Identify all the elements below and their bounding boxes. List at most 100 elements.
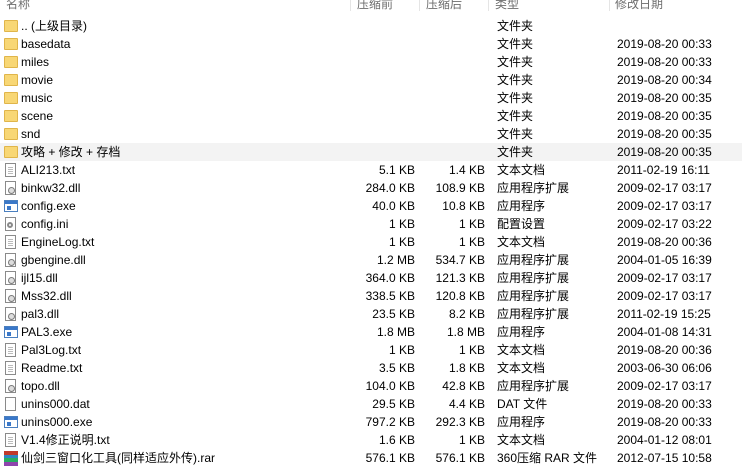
file-row[interactable]: 仙剑三窗口化工具(同样适应外传).rar 576.1 KB 576.1 KB 360压…: [0, 449, 742, 467]
file-name: 仙剑三窗口化工具(同样适应外传).rar: [21, 451, 215, 465]
file-row[interactable]: ALI213.txt 5.1 KB 1.4 KB 文本文档 2011-02-19 16:…: [0, 161, 742, 179]
file-modified: 2009-02-17 03:17: [617, 199, 712, 213]
file-size: 40.0 KB: [372, 199, 415, 213]
file-type: 配置设置: [497, 217, 546, 231]
file-packed-size: 1.8 KB: [448, 361, 485, 375]
file-type: 文件夹: [497, 91, 534, 105]
column-modified-header[interactable]: 修改日期: [615, 0, 741, 11]
file-modified: 2019-08-20 00:35: [617, 127, 712, 141]
exe-file-icon: [4, 326, 18, 338]
file-size: 3.5 KB: [378, 361, 415, 375]
file-row[interactable]: binkw32.dll 284.0 KB 108.9 KB 应用程序扩展 2009-02…: [0, 179, 742, 197]
folder-icon: [4, 146, 18, 158]
file-modified: 2019-08-20 00:36: [617, 343, 712, 357]
file-name: ALI213.txt: [21, 163, 76, 177]
file-type: 文件夹: [497, 19, 534, 33]
file-packed-size: 120.8 KB: [435, 289, 485, 303]
file-modified: 2003-06-30 06:06: [617, 361, 712, 375]
file-name: config.exe: [21, 199, 76, 213]
file-type: 应用程序扩展: [497, 307, 570, 321]
file-packed-size: 4.4 KB: [448, 397, 485, 411]
file-row[interactable]: config.exe 40.0 KB 10.8 KB 应用程序 2009-02-17 0…: [0, 197, 742, 215]
file-row[interactable]: Readme.txt 3.5 KB 1.8 KB 文本文档 2003-06-30 06:…: [0, 359, 742, 377]
dll-file-icon: [5, 181, 16, 195]
file-name: 攻略 + 修改 + 存档: [21, 145, 121, 159]
file-row[interactable]: miles 文件夹 2019-08-20 00:33: [0, 53, 742, 71]
file-packed-size: 1 KB: [458, 217, 485, 231]
file-row[interactable]: .. (上级目录) 文件夹: [0, 17, 742, 35]
file-type: 文本文档: [497, 163, 546, 177]
rar-archive-icon: [4, 451, 18, 466]
exe-file-icon: [4, 416, 18, 428]
file-packed-size: 292.3 KB: [435, 415, 485, 429]
file-row[interactable]: pal3.dll 23.5 KB 8.2 KB 应用程序扩展 2011-02-19 15…: [0, 305, 742, 323]
file-row[interactable]: basedata 文件夹 2019-08-20 00:33: [0, 35, 742, 53]
file-size: 1 KB: [388, 217, 415, 231]
file-name: topo.dll: [21, 379, 60, 393]
column-type-header[interactable]: 类型: [495, 0, 610, 11]
file-type: 文本文档: [497, 235, 546, 249]
file-type: 应用程序扩展: [497, 271, 570, 285]
file-row[interactable]: movie 文件夹 2019-08-20 00:34: [0, 71, 742, 89]
folder-icon: [4, 74, 18, 86]
file-packed-size: 8.2 KB: [448, 307, 485, 321]
file-type: 文本文档: [497, 343, 546, 357]
file-size: 1 KB: [388, 343, 415, 357]
file-type: 应用程序: [497, 199, 546, 213]
file-row[interactable]: music 文件夹 2019-08-20 00:35: [0, 89, 742, 107]
file-packed-size: 534.7 KB: [435, 253, 485, 267]
file-row[interactable]: unins000.exe 797.2 KB 292.3 KB 应用程序 2019-08-…: [0, 413, 742, 431]
folder-icon: [4, 92, 18, 104]
file-size: 104.0 KB: [365, 379, 415, 393]
file-size: 364.0 KB: [365, 271, 415, 285]
file-modified: 2009-02-17 03:17: [617, 379, 712, 393]
file-modified: 2019-08-20 00:33: [617, 415, 712, 429]
file-packed-size: 10.8 KB: [442, 199, 485, 213]
file-row[interactable]: snd 文件夹 2019-08-20 00:35: [0, 125, 742, 143]
column-size-header[interactable]: 压缩前: [357, 0, 420, 11]
file-row[interactable]: scene 文件夹 2019-08-20 00:35: [0, 107, 742, 125]
column-header: 名称 压缩前 压缩后 类型 修改日期: [0, 0, 742, 12]
file-name: ijl15.dll: [21, 271, 58, 285]
file-name: miles: [21, 55, 50, 69]
file-size: 5.1 KB: [378, 163, 415, 177]
file-modified: 2019-08-20 00:35: [617, 91, 712, 105]
exe-file-icon: [4, 200, 18, 212]
file-size: 797.2 KB: [365, 415, 415, 429]
dll-file-icon: [5, 307, 16, 321]
column-packed-header[interactable]: 压缩后: [426, 0, 489, 11]
file-modified: 2011-02-19 15:25: [617, 307, 711, 321]
dll-file-icon: [5, 379, 16, 393]
file-modified: 2004-01-12 08:01: [617, 433, 712, 447]
file-row[interactable]: topo.dll 104.0 KB 42.8 KB 应用程序扩展 2009-02-17 …: [0, 377, 742, 395]
file-type: DAT 文件: [497, 397, 548, 411]
file-packed-size: 1 KB: [458, 433, 485, 447]
file-row[interactable]: Pal3Log.txt 1 KB 1 KB 文本文档 2019-08-20 00:36: [0, 341, 742, 359]
file-name: Pal3Log.txt: [21, 343, 82, 357]
file-modified: 2012-07-15 10:58: [617, 451, 712, 465]
file-row[interactable]: unins000.dat 29.5 KB 4.4 KB DAT 文件 2019-08-2…: [0, 395, 742, 413]
file-name: Readme.txt: [21, 361, 83, 375]
file-packed-size: 1 KB: [458, 343, 485, 357]
column-name-header[interactable]: 名称: [6, 0, 351, 11]
file-row[interactable]: gbengine.dll 1.2 MB 534.7 KB 应用程序扩展 2004-01-…: [0, 251, 742, 269]
file-row[interactable]: config.ini 1 KB 1 KB 配置设置 2009-02-17 03:22: [0, 215, 742, 233]
file-row[interactable]: 攻略 + 修改 + 存档 文件夹 2019-08-20 00:35: [0, 143, 742, 161]
file-name: V1.4修正说明.txt: [21, 433, 110, 447]
file-name: music: [21, 91, 53, 105]
file-packed-size: 108.9 KB: [435, 181, 485, 195]
file-name: scene: [21, 109, 54, 123]
file-row[interactable]: PAL3.exe 1.8 MB 1.8 MB 应用程序 2004-01-08 14:31: [0, 323, 742, 341]
file-size: 338.5 KB: [365, 289, 415, 303]
file-row[interactable]: EngineLog.txt 1 KB 1 KB 文本文档 2019-08-20 00:3…: [0, 233, 742, 251]
file-type: 应用程序: [497, 325, 546, 339]
file-type: 应用程序扩展: [497, 181, 570, 195]
file-packed-size: 1.4 KB: [448, 163, 485, 177]
dat-file-icon: [5, 397, 16, 411]
file-row[interactable]: ijl15.dll 364.0 KB 121.3 KB 应用程序扩展 2009-02-1…: [0, 269, 742, 287]
file-row[interactable]: Mss32.dll 338.5 KB 120.8 KB 应用程序扩展 2009-02-1…: [0, 287, 742, 305]
file-size: 1 KB: [388, 235, 415, 249]
folder-icon: [4, 128, 18, 140]
file-name: pal3.dll: [21, 307, 60, 321]
file-row[interactable]: V1.4修正说明.txt 1.6 KB 1 KB 文本文档 2004-01-12 08:…: [0, 431, 742, 449]
